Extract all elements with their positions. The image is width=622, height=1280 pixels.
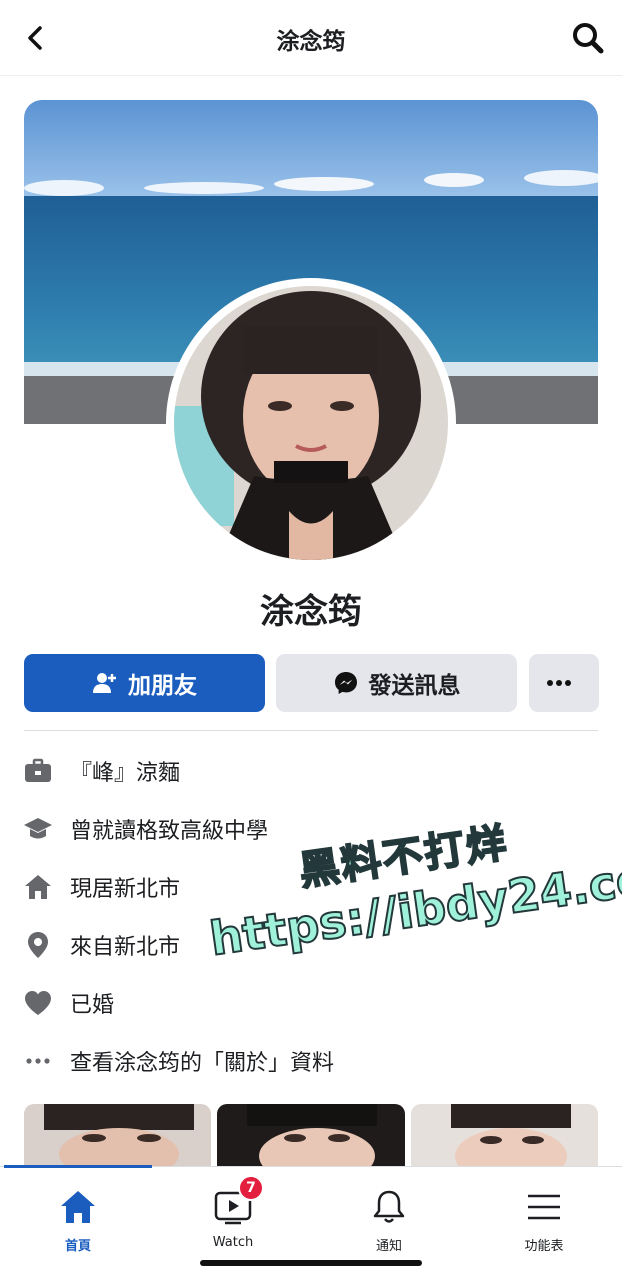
info-education: 曾就讀格致高級中學: [22, 800, 602, 858]
info-education-text: 曾就讀格致高級中學: [70, 819, 269, 844]
tab-watch[interactable]: 7 Watch: [173, 1175, 293, 1250]
home-indicator: [200, 1260, 422, 1266]
tab-notifications[interactable]: 通知: [329, 1177, 449, 1254]
send-message-button[interactable]: 發送訊息: [276, 654, 517, 712]
info-work: 『峰』涼麵: [22, 742, 602, 800]
location-pin-icon: [22, 929, 54, 961]
tab-home-label: 首頁: [64, 1239, 91, 1254]
info-see-about[interactable]: 查看涂念筠的「關於」資料: [22, 1032, 602, 1090]
tab-home[interactable]: 首頁: [18, 1177, 138, 1254]
tab-notifications-label: 通知: [375, 1239, 402, 1254]
info-current-city: 現居新北市: [22, 858, 602, 916]
tab-menu-label: 功能表: [524, 1239, 564, 1254]
info-relationship: 已婚: [22, 974, 602, 1032]
profile-info-list: 『峰』涼麵 曾就讀格致高級中學 現居新北市 來自新北市 已婚 查看涂念筠的「關於…: [22, 742, 602, 1090]
divider: [24, 730, 598, 731]
info-current-city-text: 現居新北市: [70, 877, 181, 902]
tab-watch-label: Watch: [212, 1235, 254, 1250]
add-friend-icon: [93, 673, 116, 693]
add-friend-label: 加朋友: [128, 673, 197, 699]
info-hometown: 來自新北市: [22, 916, 602, 974]
profile-avatar[interactable]: [166, 278, 456, 568]
photo-thumbnail[interactable]: [410, 1104, 598, 1166]
photo-strip: [24, 1104, 598, 1166]
ellipsis-icon: [22, 1045, 54, 1077]
info-hometown-text: 來自新北市: [70, 935, 181, 960]
bell-icon: [373, 1190, 405, 1223]
heart-icon: [22, 987, 54, 1019]
search-button[interactable]: [568, 18, 608, 58]
home-icon: [22, 871, 54, 903]
search-icon: [573, 23, 604, 54]
graduation-cap-icon: [22, 813, 54, 845]
more-options-button[interactable]: [529, 654, 599, 712]
briefcase-icon: [22, 755, 54, 787]
home-icon: [61, 1191, 95, 1223]
avatar-image: [174, 286, 448, 560]
info-work-text: 『峰』涼麵: [70, 761, 181, 786]
add-friend-button[interactable]: 加朋友: [24, 654, 265, 712]
photo-thumbnail[interactable]: [24, 1104, 212, 1166]
watch-badge: 7: [238, 1175, 264, 1201]
top-navigation-bar: 涂念筠: [0, 0, 622, 76]
menu-icon: [528, 1194, 560, 1220]
tab-menu[interactable]: 功能表: [484, 1177, 604, 1254]
photo-thumbnail[interactable]: [217, 1104, 405, 1166]
ellipsis-icon: [547, 680, 571, 686]
info-see-about-text: 查看涂念筠的「關於」資料: [70, 1051, 335, 1076]
profile-name: 涂念筠: [260, 592, 362, 632]
page-title: 涂念筠: [276, 29, 346, 55]
active-tab-indicator: [4, 1165, 152, 1168]
messenger-icon: [334, 672, 357, 694]
send-message-label: 發送訊息: [368, 673, 461, 699]
info-relationship-text: 已婚: [70, 993, 115, 1018]
